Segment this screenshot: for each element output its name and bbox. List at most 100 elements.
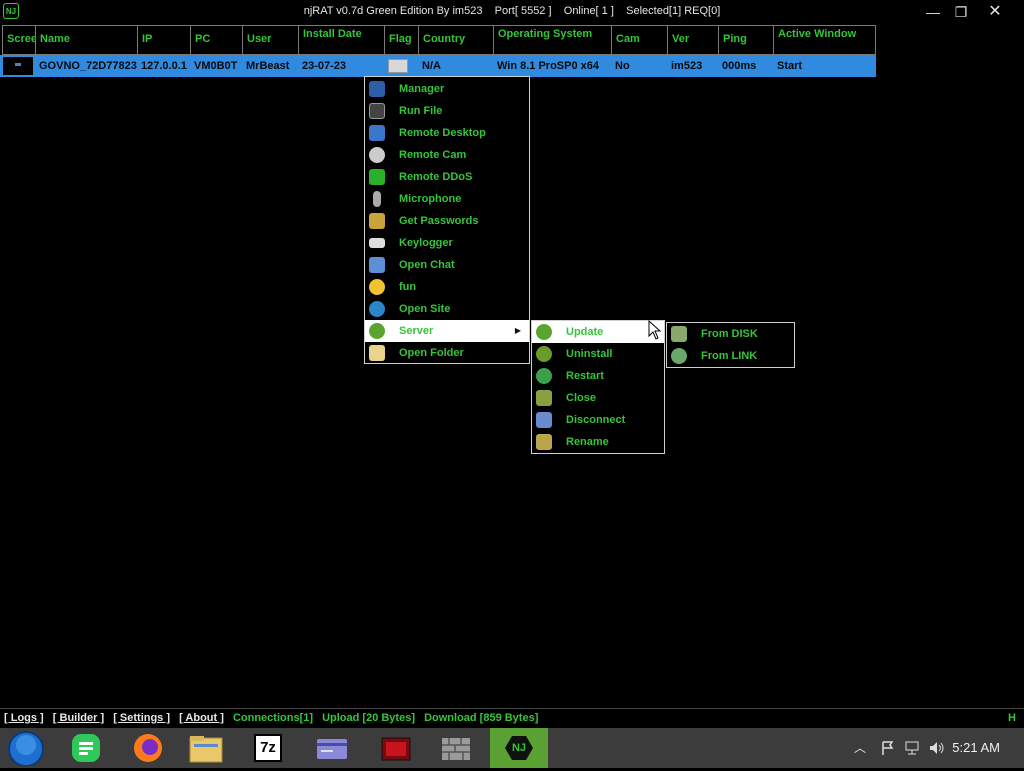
- card-app-icon: [317, 739, 347, 759]
- menu-item-open-folder[interactable]: Open Folder: [365, 342, 529, 364]
- maximize-button[interactable]: ❐: [946, 2, 976, 22]
- tray-overflow-icon[interactable]: ︿: [854, 739, 866, 756]
- desktop-icon: [369, 125, 385, 141]
- col-header-ver[interactable]: Ver: [667, 25, 719, 55]
- cell-pc: VM0B0T: [194, 60, 238, 72]
- taskbar-media-app[interactable]: [372, 730, 420, 766]
- submenu-item-restart[interactable]: Restart: [532, 365, 664, 387]
- file-explorer-icon: [189, 736, 223, 763]
- menu-item-remote-cam[interactable]: Remote Cam: [365, 144, 529, 166]
- menu-item-remote-desktop[interactable]: Remote Desktop: [365, 122, 529, 144]
- taskbar-firewall[interactable]: [432, 730, 480, 766]
- menu-item-label: Get Passwords: [399, 215, 479, 227]
- col-header-user[interactable]: User: [242, 25, 299, 55]
- menu-item-open-site[interactable]: Open Site: [365, 298, 529, 320]
- menu-item-remote-ddos[interactable]: Remote DDoS: [365, 166, 529, 188]
- smiley-icon: [369, 279, 385, 295]
- table-row[interactable]: GOVNO_72D77823 127.0.0.1 VM0B0T MrBeast …: [0, 55, 876, 77]
- cell-user: MrBeast: [246, 60, 290, 72]
- cell-ver: im523: [671, 60, 703, 72]
- screen-thumbnail: [3, 57, 33, 75]
- menu-item-label: Run File: [399, 105, 443, 117]
- menu-item-label: Open Site: [399, 303, 451, 315]
- menu-item-label: From DISK: [701, 328, 758, 340]
- col-header-cam[interactable]: Cam: [611, 25, 668, 55]
- submenu-item-close[interactable]: Close: [532, 387, 664, 409]
- menu-item-fun[interactable]: fun: [365, 276, 529, 298]
- col-header-pc[interactable]: PC: [190, 25, 243, 55]
- taskbar-firefox[interactable]: [124, 730, 172, 766]
- col-header-screen[interactable]: Scree: [2, 25, 36, 55]
- start-orb-icon: [8, 731, 44, 767]
- taskbar-notes-app[interactable]: [62, 730, 110, 766]
- submenu-item-uninstall[interactable]: Uninstall: [532, 343, 664, 365]
- keyboard-icon: [369, 238, 385, 248]
- menu-item-label: Close: [566, 392, 596, 404]
- minimize-button[interactable]: —: [918, 2, 948, 22]
- start-button[interactable]: [4, 730, 52, 767]
- submenu-arrow-icon: ▶: [514, 326, 521, 335]
- col-header-flag[interactable]: Flag: [384, 25, 419, 55]
- col-header-active-window[interactable]: Active Window: [773, 25, 876, 55]
- webcam-icon: [369, 147, 385, 163]
- menu-item-keylogger[interactable]: Keylogger: [365, 232, 529, 254]
- network-icon[interactable]: [904, 740, 920, 756]
- col-header-ip[interactable]: IP: [137, 25, 191, 55]
- col-header-os[interactable]: Operating System: [493, 25, 612, 55]
- volume-icon[interactable]: [928, 740, 946, 756]
- col-header-name[interactable]: Name: [35, 25, 138, 55]
- menu-item-server[interactable]: Server ▶: [365, 320, 529, 342]
- action-center-flag-icon[interactable]: [880, 740, 896, 756]
- gear-icon: [369, 323, 385, 339]
- taskbar-card-app[interactable]: [308, 730, 356, 766]
- menu-item-label: Remote Desktop: [399, 127, 486, 139]
- menu-item-label: Uninstall: [566, 348, 613, 360]
- menu-item-label: Restart: [566, 370, 604, 382]
- microphone-icon: [373, 191, 381, 207]
- monitor-icon: [369, 81, 385, 97]
- taskbar: 7z NJ ︿ 5:21 AM: [0, 728, 1024, 768]
- cell-name: GOVNO_72D77823: [39, 60, 137, 72]
- menu-item-run-file[interactable]: Run File: [365, 100, 529, 122]
- mouse-cursor-icon: [648, 320, 662, 340]
- rename-icon: [536, 434, 552, 450]
- firefox-icon: [134, 734, 162, 762]
- menu-item-manager[interactable]: Manager: [365, 78, 529, 100]
- submenu-item-rename[interactable]: Rename: [532, 431, 664, 453]
- console-icon: [369, 103, 385, 119]
- key-icon: [369, 213, 385, 229]
- ddos-icon: [369, 169, 385, 185]
- status-bar: [ Logs ] [ Builder ] [ Settings ] [ Abou…: [0, 708, 1024, 727]
- menu-item-label: Microphone: [399, 193, 462, 205]
- cell-cam: No: [615, 60, 630, 72]
- cell-ip: 127.0.0.1: [141, 60, 187, 72]
- builder-link[interactable]: [ Builder ]: [53, 712, 104, 724]
- clock[interactable]: 5:21 AM: [952, 740, 1000, 755]
- cell-country: N/A: [422, 60, 441, 72]
- taskbar-7zip[interactable]: 7z: [244, 730, 292, 766]
- menu-item-label: Server: [399, 325, 434, 337]
- menu-item-open-chat[interactable]: Open Chat: [365, 254, 529, 276]
- col-header-install-date[interactable]: Install Date: [298, 25, 385, 55]
- menu-item-microphone[interactable]: Microphone: [365, 188, 529, 210]
- menu-item-get-passwords[interactable]: Get Passwords: [365, 210, 529, 232]
- submenu-item-update[interactable]: Update: [532, 321, 664, 343]
- context-menu: Manager Run File Remote Desktop Remote C…: [364, 76, 530, 364]
- about-link[interactable]: [ About ]: [179, 712, 224, 724]
- download-status: Download [859 Bytes]: [424, 712, 539, 724]
- col-header-ping[interactable]: Ping: [718, 25, 774, 55]
- chat-icon: [369, 257, 385, 273]
- taskbar-file-explorer[interactable]: [182, 730, 230, 766]
- folder-icon: [369, 345, 385, 361]
- menu-item-label: Manager: [399, 83, 445, 95]
- close-button[interactable]: ✕: [980, 2, 1010, 22]
- submenu-item-from-link[interactable]: From LINK: [667, 345, 794, 367]
- submenu-item-from-disk[interactable]: From DISK: [667, 323, 794, 345]
- status-indicator: H: [1008, 712, 1016, 724]
- col-header-country[interactable]: Country: [418, 25, 494, 55]
- settings-link[interactable]: [ Settings ]: [113, 712, 170, 724]
- submenu-item-disconnect[interactable]: Disconnect: [532, 409, 664, 431]
- logs-link[interactable]: [ Logs ]: [4, 712, 44, 724]
- menu-item-label: Rename: [566, 436, 609, 448]
- taskbar-njrat[interactable]: NJ: [490, 728, 548, 768]
